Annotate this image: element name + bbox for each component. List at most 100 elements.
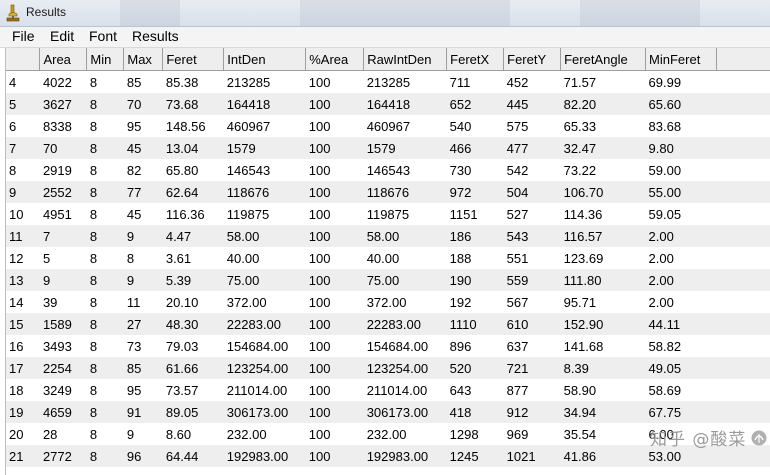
table-cell: 1579 xyxy=(226,140,256,156)
column-header[interactable]: Max xyxy=(123,48,164,71)
table-cell: 8338 xyxy=(42,118,72,134)
table-cell: 11 xyxy=(126,294,141,310)
table-row[interactable]: 10 4951 8 45 116.36 119875 100 119875 1151 527 114… xyxy=(6,203,770,225)
row-filler-cell xyxy=(717,291,770,313)
column-header[interactable]: Area xyxy=(39,48,88,71)
table-cell: 58.90 xyxy=(563,382,597,398)
table-cell: 643 xyxy=(449,382,472,398)
table-cell: 123254.00 xyxy=(366,360,429,376)
table-cell: 520 xyxy=(449,360,472,376)
table-row[interactable]: 11 7 8 9 4.47 58.00 100 58.00 186 543 116.57 2.00 xyxy=(6,225,770,247)
results-table-container[interactable]: Area Min Max Feret IntDen %Area RawIntDen Feret… xyxy=(5,48,770,475)
table-row[interactable]: 14 39 8 11 20.10 372.00 100 372.00 192 567 95.71 2.… xyxy=(6,291,770,313)
table-cell: 9 xyxy=(126,272,135,288)
table-cell: 1151 xyxy=(449,206,478,222)
table-cell: 118676 xyxy=(226,184,270,200)
table-cell: 232.00 xyxy=(366,426,407,442)
table-row[interactable]: 12 5 8 8 3.61 40.00 100 40.00 188 551 123.69 2.00 xyxy=(6,247,770,269)
menu-file[interactable]: File xyxy=(9,28,38,44)
table-cell: 91 xyxy=(126,404,142,420)
table-cell: 972 xyxy=(449,184,472,200)
table-row[interactable]: 5 3627 8 70 73.68 164418 100 164418 652 445 82.20 6… xyxy=(6,93,770,115)
table-cell: 2919 xyxy=(42,162,72,178)
table-cell: 100 xyxy=(308,228,331,244)
table-cell: 527 xyxy=(506,206,529,222)
table-cell: 452 xyxy=(506,74,529,90)
column-header[interactable]: IntDen xyxy=(223,48,307,71)
table-cell: 116.36 xyxy=(165,206,205,222)
table-cell: 40.00 xyxy=(366,250,400,266)
table-cell: 192983.00 xyxy=(226,448,289,464)
column-header[interactable]: RawIntDen xyxy=(363,48,448,71)
table-cell: 540 xyxy=(449,118,472,134)
table-cell: 100 xyxy=(308,140,331,156)
menu-font[interactable]: Font xyxy=(86,28,120,44)
table-cell: 154684.00 xyxy=(366,338,429,354)
column-header[interactable]: FeretY xyxy=(503,48,562,71)
table-cell: 100 xyxy=(308,206,331,222)
table-cell: 70 xyxy=(42,140,58,156)
column-header[interactable]: MinFeret xyxy=(645,48,717,71)
table-row[interactable]: 6 8338 8 95 148.56 460967 100 460967 540 575 65.33… xyxy=(6,115,770,137)
table-row[interactable]: 13 9 8 9 5.39 75.00 100 75.00 190 559 111.80 2.00 xyxy=(6,269,770,291)
table-cell: 73.57 xyxy=(165,382,199,398)
table-cell: 35.54 xyxy=(563,426,597,442)
table-cell: 89.05 xyxy=(165,404,199,420)
row-filler-cell xyxy=(717,379,770,401)
table-cell: 69.99 xyxy=(648,74,682,90)
row-number-cell: 11 xyxy=(9,228,23,244)
table-row[interactable]: 19 4659 8 91 89.05 306173.00 100 306173.00 418 91… xyxy=(6,401,770,423)
table-cell: 551 xyxy=(506,250,529,266)
row-filler-cell xyxy=(717,401,770,423)
column-header[interactable]: Min xyxy=(86,48,125,71)
row-filler-cell xyxy=(717,335,770,357)
table-cell: 8 xyxy=(89,338,98,354)
table-cell: 85 xyxy=(126,360,142,376)
table-row[interactable]: 17 2254 8 85 61.66 123254.00 100 123254.00 520 72… xyxy=(6,357,770,379)
menu-results[interactable]: Results xyxy=(129,28,182,44)
table-row[interactable]: 4 4022 8 85 85.38 213285 100 213285 711 452 71.57 6… xyxy=(6,70,770,93)
table-cell: 114.36 xyxy=(563,206,603,222)
table-cell: 8.39 xyxy=(563,360,589,376)
background-window-strip xyxy=(300,0,510,26)
row-number-cell: 17 xyxy=(9,360,24,376)
row-number-cell: 10 xyxy=(9,206,24,222)
background-window-strip xyxy=(120,0,180,26)
column-header[interactable]: %Area xyxy=(305,48,365,71)
table-row[interactable]: 15 1589 8 27 48.30 22283.00 100 22283.00 1110 610… xyxy=(6,313,770,335)
column-header-row-number[interactable] xyxy=(6,48,41,71)
table-cell: 3493 xyxy=(42,338,72,354)
table-cell: 3627 xyxy=(42,96,72,112)
table-cell: 504 xyxy=(506,184,529,200)
column-header[interactable]: Feret xyxy=(162,48,225,71)
table-cell: 141.68 xyxy=(563,338,604,354)
table-cell: 7 xyxy=(42,228,51,244)
menu-edit[interactable]: Edit xyxy=(47,28,77,44)
column-header[interactable]: FeretX xyxy=(446,48,505,71)
table-cell: 2.00 xyxy=(648,250,674,266)
table-cell: 100 xyxy=(308,338,331,354)
table-cell: 39 xyxy=(42,294,58,310)
table-cell: 106.70 xyxy=(563,184,604,200)
table-cell: 9.80 xyxy=(648,140,674,156)
table-cell: 85.38 xyxy=(165,74,199,90)
table-cell: 100 xyxy=(308,74,331,90)
table-row[interactable]: 16 3493 8 73 79.03 154684.00 100 154684.00 896 63… xyxy=(6,335,770,357)
column-header[interactable]: FeretAngle xyxy=(560,48,647,71)
table-cell: 711 xyxy=(449,74,471,90)
table-cell: 8 xyxy=(89,272,98,288)
table-cell: 100 xyxy=(308,316,331,332)
table-row[interactable]: 7 70 8 45 13.04 1579 100 1579 466 477 32.47 9.80 xyxy=(6,137,770,159)
table-cell: 100 xyxy=(308,382,331,398)
table-row[interactable]: 8 2919 8 82 65.80 146543 100 146543 730 542 73.22 5… xyxy=(6,159,770,181)
table-row[interactable]: 9 2552 8 77 62.64 118676 100 118676 972 504 106.70… xyxy=(6,181,770,203)
table-cell: 123.69 xyxy=(563,250,604,266)
row-number-cell: 18 xyxy=(9,382,24,398)
table-cell: 118676 xyxy=(366,184,410,200)
row-filler-cell xyxy=(717,313,770,335)
table-cell: 8 xyxy=(89,228,98,244)
table-row[interactable]: 18 3249 8 95 73.57 211014.00 100 211014.00 643 87… xyxy=(6,379,770,401)
table-cell: 188 xyxy=(449,250,472,266)
table-cell: 186 xyxy=(449,228,472,244)
row-number-cell: 13 xyxy=(9,272,24,288)
